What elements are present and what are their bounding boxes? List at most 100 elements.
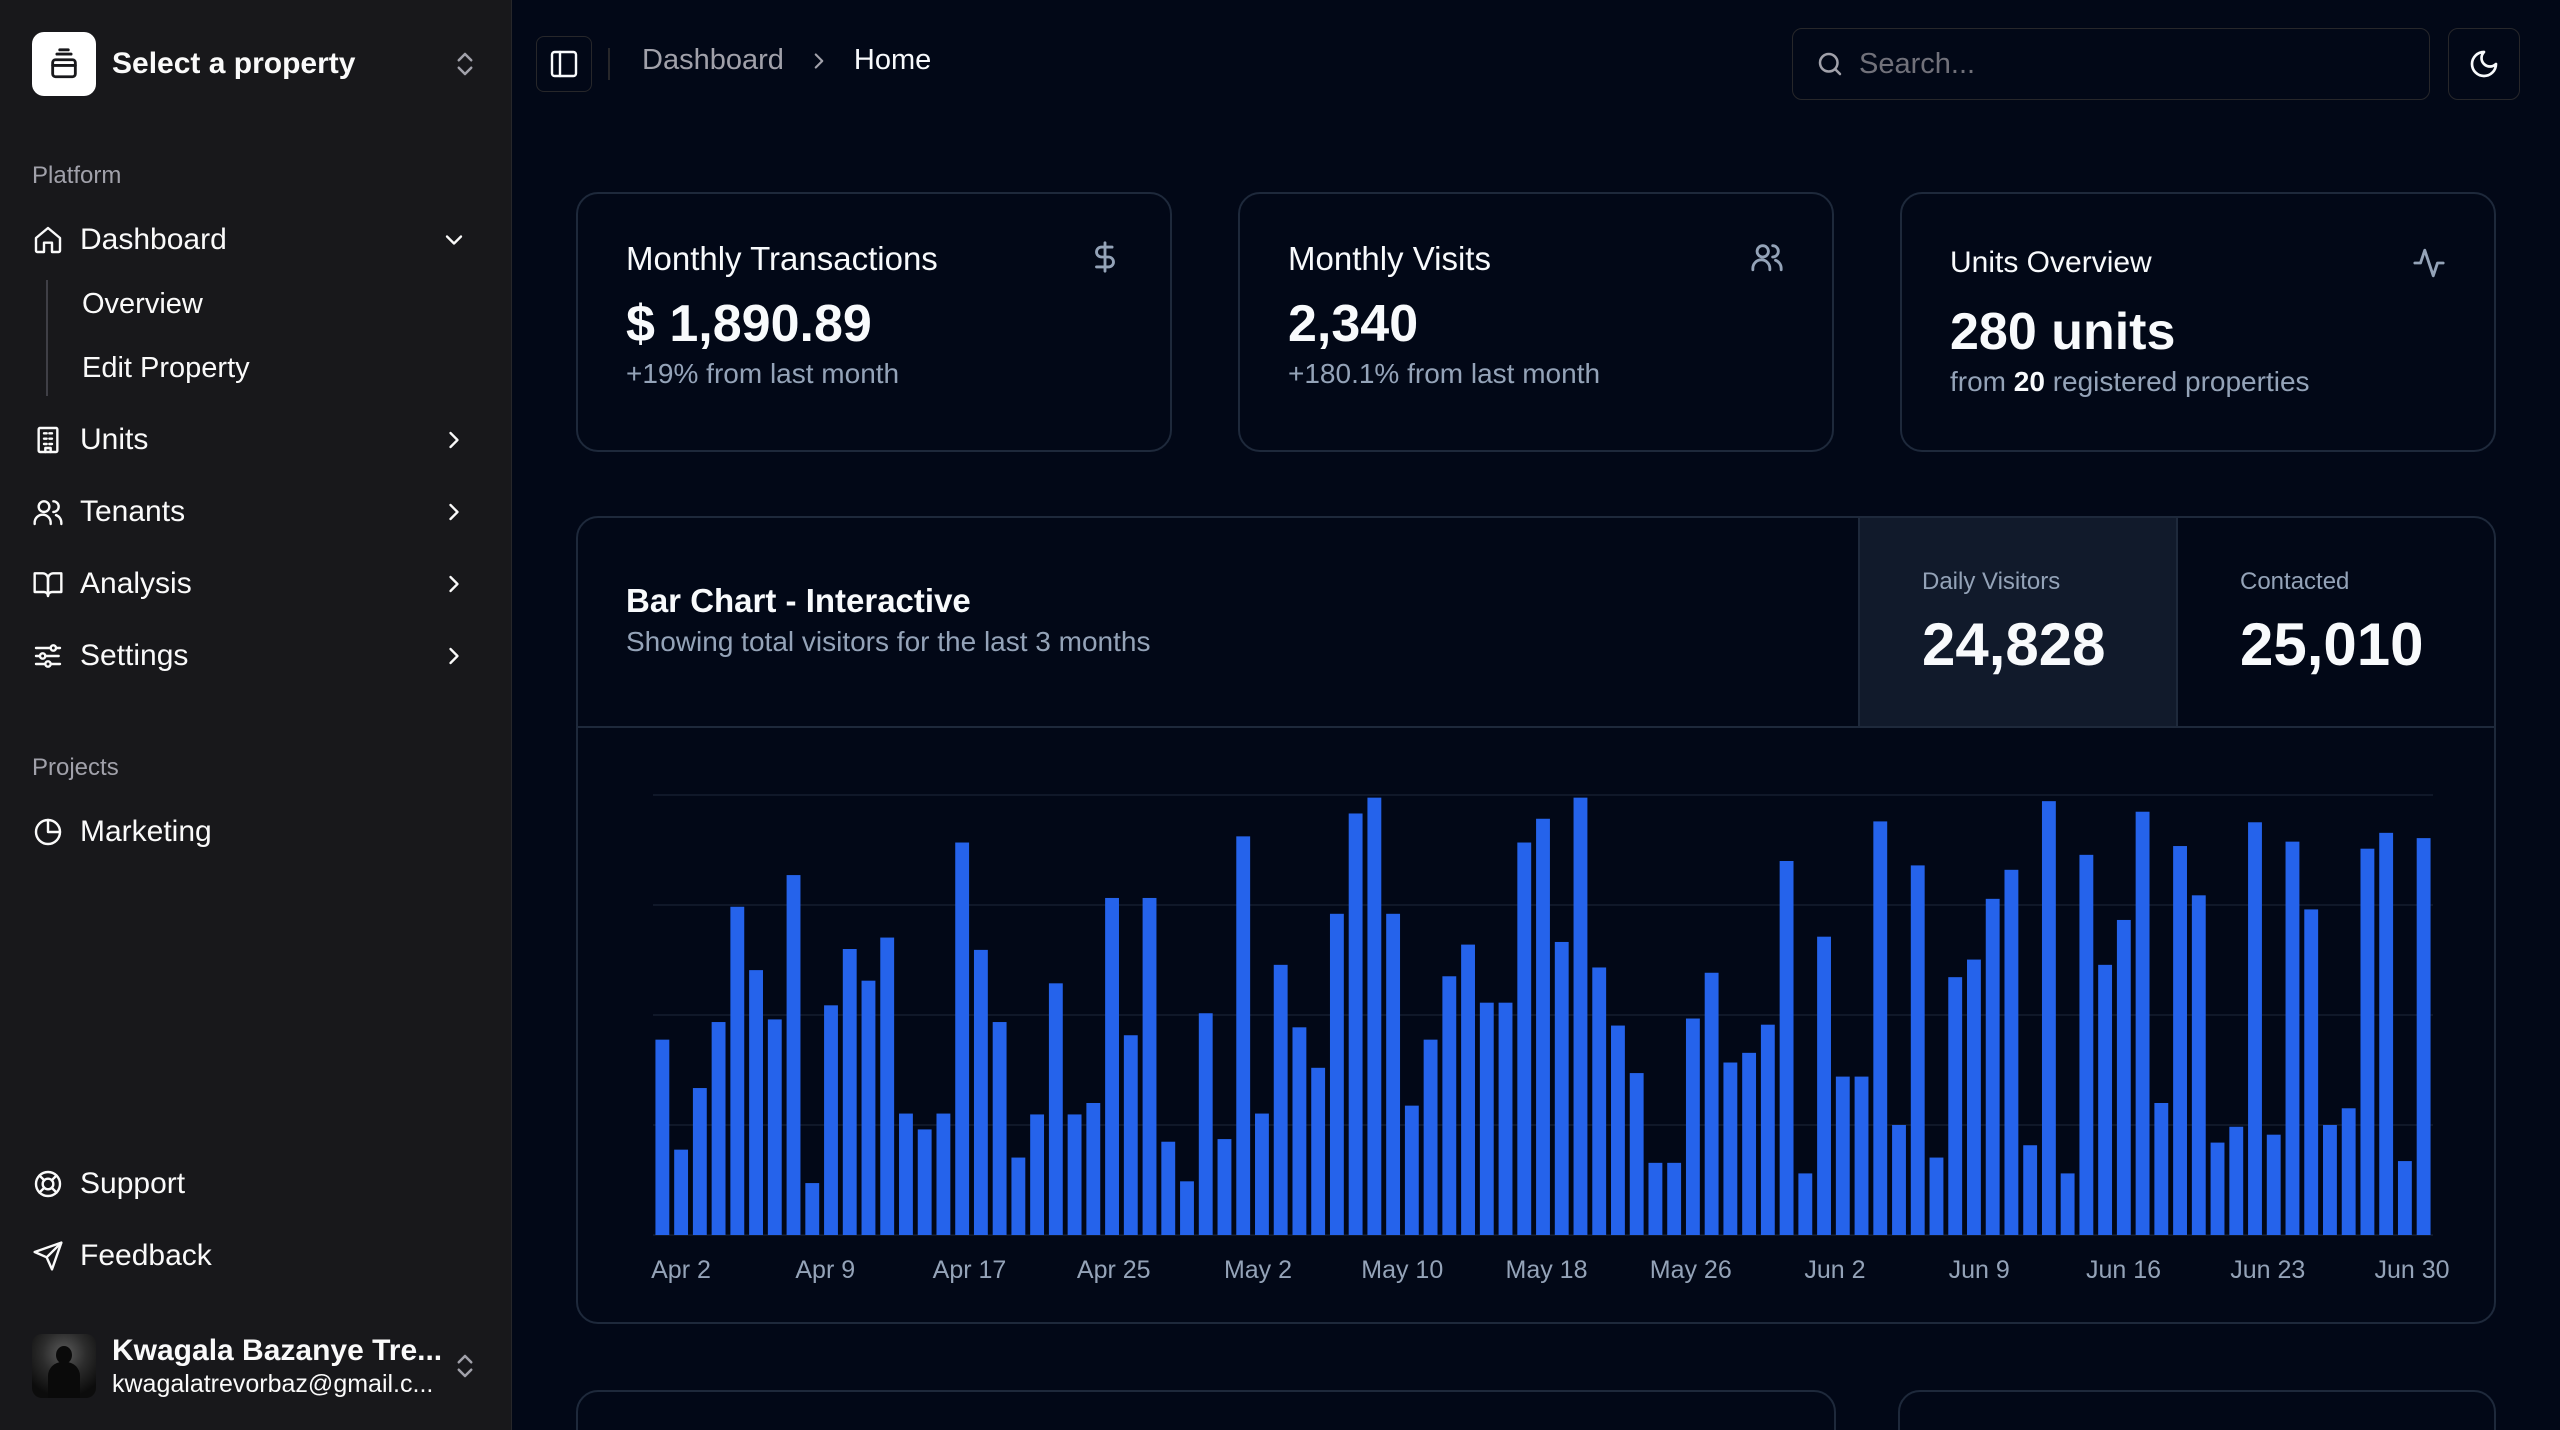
chart-bar[interactable] (2116, 919, 2131, 1235)
chart-bar[interactable] (2397, 1161, 2412, 1235)
chart-bar[interactable] (1123, 1035, 1138, 1235)
chart-bar[interactable] (1292, 1027, 1307, 1235)
chart-bar[interactable] (1817, 936, 1831, 1235)
chart-bar[interactable] (2229, 1126, 2244, 1235)
chart-bar[interactable] (1573, 797, 1588, 1235)
chart-bar[interactable] (749, 970, 763, 1235)
kpi-toggle-contacted[interactable]: Contacted 25,010 (2176, 518, 2494, 726)
chart-bar[interactable] (2360, 848, 2375, 1235)
theme-toggle-button[interactable] (2448, 28, 2520, 100)
chart-bar[interactable] (2060, 1173, 2075, 1235)
chart-bar[interactable] (1142, 897, 1157, 1235)
chart-bar[interactable] (1217, 1139, 1232, 1235)
chart-bar[interactable] (1311, 1067, 1326, 1235)
chart-bar[interactable] (1873, 821, 1888, 1235)
chart-bar[interactable] (1685, 1018, 1700, 1235)
chart-bar[interactable] (880, 937, 895, 1235)
chart-bar[interactable] (2379, 832, 2394, 1235)
chart-bar[interactable] (1835, 1076, 1850, 1235)
user-menu[interactable]: Kwagala Bazanye Tre... kwagalatrevorbaz@… (32, 1330, 480, 1402)
chart-bar[interactable] (767, 1019, 782, 1235)
chart-bar[interactable] (1779, 861, 1794, 1235)
chart-bar[interactable] (1086, 1103, 1101, 1235)
chart-bar[interactable] (955, 842, 970, 1235)
property-switcher[interactable]: Select a property (32, 32, 480, 96)
chart-bar[interactable] (674, 1149, 689, 1235)
chart-bar[interactable] (1742, 1052, 1757, 1235)
chart-bar[interactable] (1479, 1002, 1494, 1235)
chart-bar[interactable] (2023, 1145, 2038, 1235)
chart-bar[interactable] (1967, 959, 1981, 1235)
chart-bar[interactable] (1760, 1024, 1775, 1235)
chart-bar[interactable] (2285, 841, 2300, 1235)
chart-bar[interactable] (2173, 846, 2187, 1235)
chart-bar[interactable] (2004, 869, 2019, 1235)
sidebar-item-dashboard[interactable]: Dashboard (20, 212, 484, 268)
chart-bar[interactable] (1048, 983, 1063, 1235)
chart-bar[interactable] (692, 1088, 707, 1235)
chart-bar[interactable] (1929, 1157, 1944, 1235)
chart-bar[interactable] (1404, 1105, 1419, 1235)
chart-bar[interactable] (1854, 1076, 1869, 1235)
chart-bar[interactable] (1367, 797, 1382, 1235)
chart-bar[interactable] (2191, 895, 2206, 1235)
chart-bar[interactable] (1198, 1013, 1213, 1235)
chart-bar[interactable] (1611, 1025, 1625, 1235)
chart-bar[interactable] (2248, 822, 2262, 1235)
chart-bar[interactable] (1892, 1125, 1906, 1235)
chart-bar[interactable] (655, 1039, 670, 1235)
chart-bar[interactable] (824, 1005, 838, 1235)
sidebar-subitem-overview[interactable]: Overview (70, 278, 470, 330)
chart-bar[interactable] (1236, 836, 1251, 1235)
chart-bar[interactable] (1498, 1002, 1513, 1235)
chart-bar[interactable] (1536, 818, 1550, 1235)
chart-bar[interactable] (2154, 1103, 2169, 1235)
chart-bar[interactable] (1423, 1039, 1438, 1235)
chart-bar[interactable] (1648, 1162, 1663, 1235)
chart-bar[interactable] (2416, 838, 2431, 1235)
chart-bar[interactable] (1105, 897, 1119, 1235)
chart-bar[interactable] (1255, 1113, 1269, 1235)
chart-bar[interactable] (842, 949, 857, 1235)
chart-bar[interactable] (1161, 1141, 1176, 1235)
chart-bar[interactable] (1011, 1157, 1026, 1235)
chart-bar[interactable] (1461, 944, 1475, 1235)
chart-bar[interactable] (1910, 865, 1925, 1235)
chart-bar[interactable] (1386, 913, 1401, 1235)
chart-bar[interactable] (936, 1113, 951, 1235)
sidebar-item-tenants[interactable]: Tenants (20, 484, 484, 540)
chart-bar[interactable] (711, 1022, 726, 1235)
chart-bar[interactable] (973, 949, 988, 1235)
chart-bar[interactable] (992, 1022, 1007, 1235)
chart-bar[interactable] (1798, 1173, 1813, 1235)
chart-bar[interactable] (899, 1113, 913, 1235)
chart-bar[interactable] (2079, 854, 2094, 1235)
chart-bar[interactable] (1442, 976, 1457, 1235)
chart-bar[interactable] (1723, 1062, 1738, 1235)
chart-bar[interactable] (1180, 1181, 1194, 1235)
chart-bar[interactable] (786, 875, 801, 1235)
chart-bar[interactable] (1667, 1162, 1682, 1235)
chart-bar[interactable] (1030, 1114, 1045, 1235)
chart-bar[interactable] (2323, 1125, 2337, 1235)
sidebar-item-units[interactable]: Units (20, 412, 484, 468)
chart-bar[interactable] (2098, 964, 2113, 1235)
chart-bar[interactable] (1554, 941, 1569, 1235)
sidebar-toggle-button[interactable] (536, 36, 592, 92)
chart-bar[interactable] (2341, 1108, 2356, 1235)
sidebar-item-marketing[interactable]: Marketing (20, 804, 484, 860)
search-input[interactable] (1859, 47, 2399, 81)
chart-bar[interactable] (917, 1129, 932, 1235)
chart-bar[interactable] (2041, 801, 2056, 1235)
chart-bar[interactable] (1517, 842, 1532, 1235)
chart-bar[interactable] (805, 1183, 820, 1235)
sidebar-item-analysis[interactable]: Analysis (20, 556, 484, 612)
chart-bar[interactable] (1067, 1114, 1082, 1235)
chart-bar[interactable] (730, 906, 745, 1235)
chart-bar[interactable] (2304, 909, 2319, 1235)
chart-bar[interactable] (2135, 811, 2150, 1235)
chart-bar[interactable] (2266, 1134, 2281, 1235)
chart-bar[interactable] (1629, 1073, 1644, 1235)
sidebar-subitem-edit-property[interactable]: Edit Property (70, 342, 470, 394)
chart-bar[interactable] (1329, 913, 1344, 1235)
